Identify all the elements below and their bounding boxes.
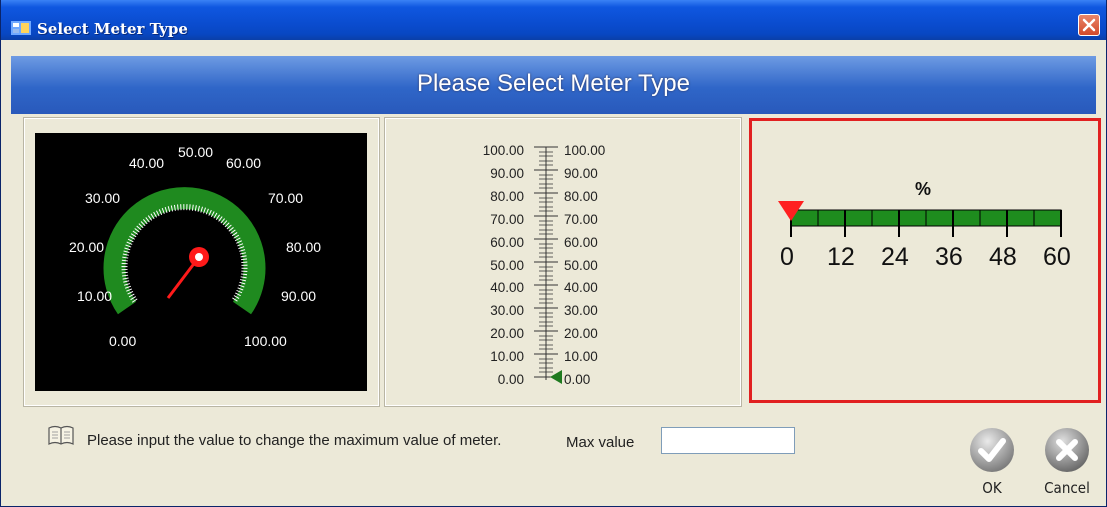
dial-label-20: 20.00 [69,239,105,255]
close-button[interactable] [1078,14,1100,36]
meter-type-dialog: Select Meter Type Please Select Meter Ty… [0,0,1107,507]
dial-label-100: 100.00 [244,333,287,349]
dial-gauge-face: 0.00 10.00 20.00 30.00 40.00 50.00 60.00… [35,133,367,391]
dial-label-90: 90.00 [281,288,317,304]
cancel-button[interactable]: Cancel [1041,427,1093,503]
dial-label-50: 50.00 [178,144,214,160]
close-icon [1082,18,1096,32]
header-banner: Please Select Meter Type [11,56,1096,114]
dial-label-10: 10.00 [77,288,113,304]
app-icon [11,21,31,35]
dial-meter-option[interactable]: 0.00 10.00 20.00 30.00 40.00 50.00 60.00… [23,117,380,407]
ok-button[interactable]: OK [966,427,1018,503]
banner-title: Please Select Meter Type [416,70,691,97]
title-bar: Select Meter Type [1,0,1106,40]
window-title: Select Meter Type [37,20,188,38]
vertical-left-labels: 100.00 90.00 80.00 70.00 60.00 50.00 40.00 30… [482,143,524,388]
hint-text: Please input the value to change the max… [87,432,502,449]
vertical-right-labels: 100.00 90.00 80.00 70.00 60.00 50.00 40.00 30… [564,143,606,388]
cancel-x-icon [1045,428,1089,472]
checkmark-icon [970,428,1014,472]
dial-gauge [103,187,266,315]
vertical-meter-option[interactable]: 100.00 90.00 80.00 70.00 60.00 50.00 40.00 30… [384,117,742,407]
dial-label-80: 80.00 [286,239,322,255]
bar-meter-option-selected[interactable]: % 0 12 24 36 48 60 [749,118,1101,403]
ok-label: OK [982,479,1002,497]
dial-label-70: 70.00 [268,190,304,206]
max-value-input[interactable] [661,427,795,454]
bar-meter [778,201,1062,237]
book-icon [48,425,74,445]
dial-label-30: 30.00 [85,190,121,206]
max-value-label: Max value [566,434,635,451]
vertical-scale [534,146,562,384]
dial-label-60: 60.00 [226,155,262,171]
dial-label-40: 40.00 [129,155,165,171]
cancel-label: Cancel [1044,479,1090,497]
dial-label-0: 0.00 [109,333,137,349]
